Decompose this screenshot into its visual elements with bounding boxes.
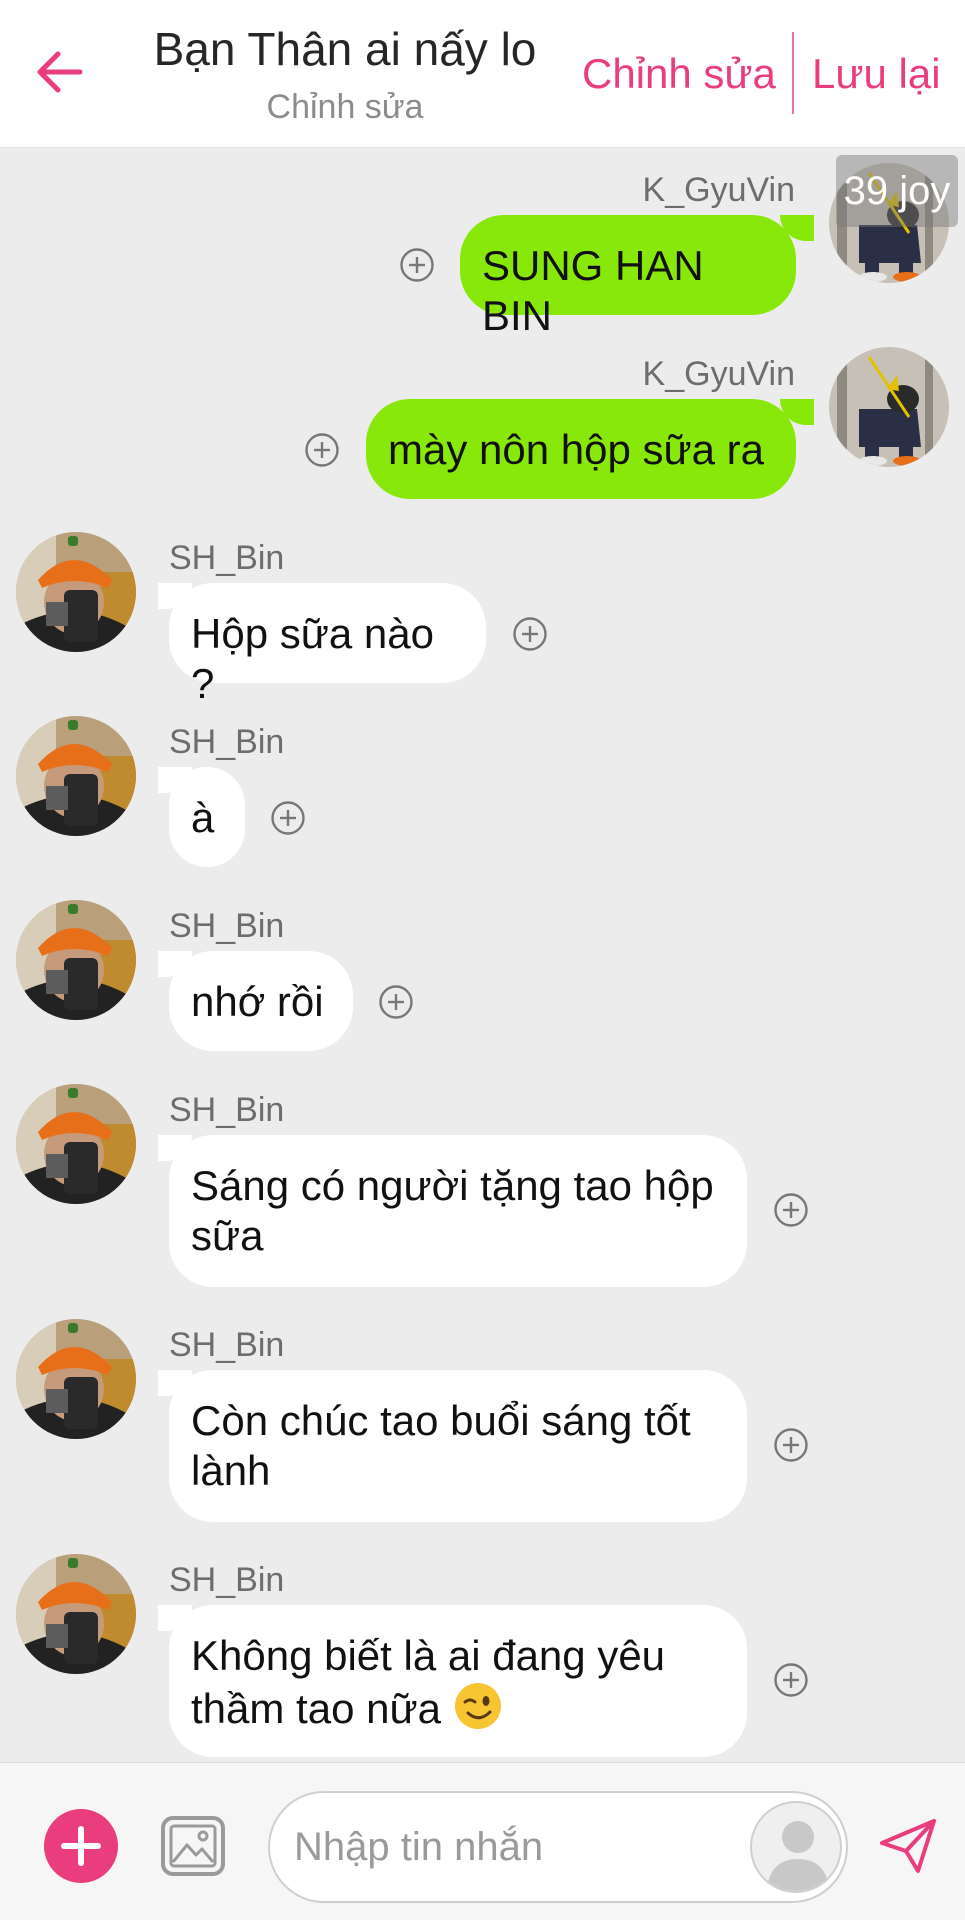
chat-title: Bạn Thân ai nấy lo [153, 23, 537, 75]
message-bubble-incoming[interactable]: nhớ rồi [169, 951, 353, 1051]
message-input[interactable] [294, 1817, 734, 1877]
overlay-badge: 39 joy [836, 155, 958, 227]
message-bubble-incoming[interactable]: Còn chúc tao buổi sáng tốt lành [169, 1370, 747, 1522]
sender-name: SH_Bin [169, 1561, 285, 1599]
message-line: Không biết là ai đang yêu [191, 1632, 666, 1679]
add-reaction-icon[interactable] [773, 1662, 809, 1698]
header-divider [792, 32, 794, 114]
sender-name: SH_Bin [169, 539, 285, 577]
message-bubble-incoming[interactable]: Sáng có người tặng tao hộp sữa [169, 1135, 747, 1287]
avatar[interactable] [16, 1554, 136, 1674]
user-placeholder-icon [766, 1821, 830, 1891]
winking-face-emoji-icon [454, 1683, 501, 1729]
chat-header: Bạn Thân ai nấy lo Chỉnh sửa Chỉnh sửa L… [0, 0, 965, 148]
message-line: Còn chúc tao buổi sáng tốt [191, 1397, 691, 1444]
user-avatar[interactable] [750, 1801, 842, 1893]
message-list[interactable]: K_GyuVin SUNG HAN BIN 39 joy K_GyuVin mà… [0, 149, 965, 1761]
image-icon[interactable] [160, 1815, 226, 1877]
message-bubble-outgoing[interactable]: mày nôn hộp sữa ra [366, 399, 796, 499]
add-reaction-icon[interactable] [304, 432, 340, 468]
message-line: thầm tao nữa [191, 1681, 725, 1734]
add-reaction-icon[interactable] [378, 984, 414, 1020]
send-icon[interactable] [876, 1813, 940, 1877]
message-bubble-outgoing[interactable]: SUNG HAN BIN [460, 215, 796, 339]
message-bubble-incoming[interactable]: Hộp sữa nào ? [169, 583, 486, 707]
avatar[interactable] [16, 716, 136, 836]
avatar[interactable] [16, 1319, 136, 1439]
add-reaction-icon[interactable] [399, 247, 435, 283]
sender-name: K_GyuVin [642, 171, 795, 209]
add-reaction-icon[interactable] [270, 800, 306, 836]
message-input-container [268, 1791, 848, 1903]
message-line-text: thầm tao nữa [191, 1685, 441, 1732]
add-reaction-icon[interactable] [773, 1192, 809, 1228]
avatar[interactable] [829, 347, 949, 467]
composer-bar [0, 1762, 965, 1920]
back-arrow-icon[interactable] [30, 42, 90, 102]
sender-name: SH_Bin [169, 907, 285, 945]
plus-icon [61, 1826, 101, 1866]
avatar[interactable] [16, 532, 136, 652]
sender-name: SH_Bin [169, 1326, 285, 1364]
add-reaction-icon[interactable] [512, 616, 548, 652]
message-line: lành [191, 1447, 271, 1494]
avatar[interactable] [16, 1084, 136, 1204]
chat-subtitle: Chỉnh sửa [266, 88, 424, 126]
save-button[interactable]: Lưu lại [812, 50, 941, 98]
message-bubble-incoming[interactable]: Không biết là ai đang yêu thầm tao nữa [169, 1605, 747, 1757]
message-line: sữa [191, 1212, 264, 1259]
sender-name: SH_Bin [169, 1091, 285, 1129]
avatar[interactable] [16, 900, 136, 1020]
message-line: Sáng có người tặng tao hộp [191, 1162, 714, 1209]
edit-button[interactable]: Chỉnh sửa [582, 50, 776, 98]
add-reaction-icon[interactable] [773, 1427, 809, 1463]
sender-name: SH_Bin [169, 723, 285, 761]
sender-name: K_GyuVin [642, 355, 795, 393]
add-button[interactable] [44, 1809, 118, 1883]
